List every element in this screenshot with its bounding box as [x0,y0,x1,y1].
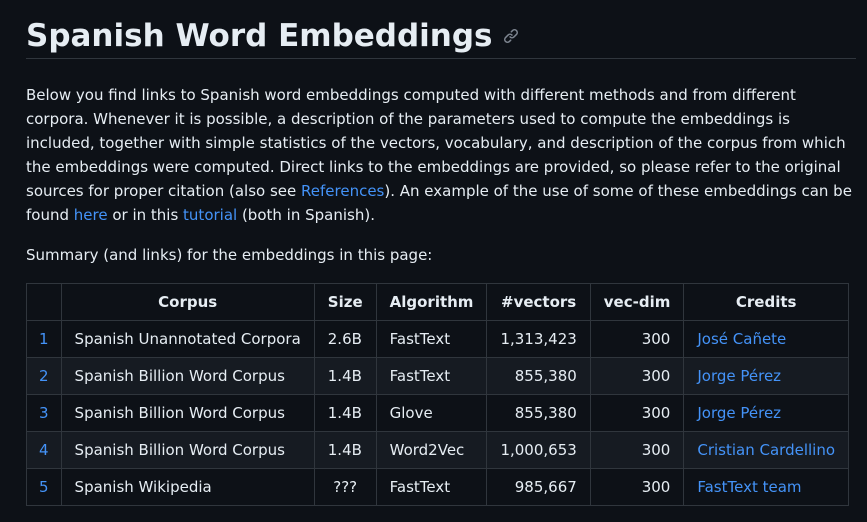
row-index-link[interactable]: 2 [26,357,62,395]
credits-cell: Jorge Pérez [683,394,850,432]
row-index-link[interactable]: 3 [26,394,62,432]
vec-dim-cell: 300 [589,394,685,432]
algorithm-cell: FastText [375,468,488,506]
size-cell: ??? [313,468,377,506]
page-title: Spanish Word Embeddings [26,0,856,59]
vectors-cell: 1,000,653 [486,431,591,469]
here-link[interactable]: here [74,206,108,224]
algorithm-cell: FastText [375,357,488,395]
size-cell: 1.4B [313,431,377,469]
vectors-cell: 1,313,423 [486,320,591,358]
readme-content: Spanish Word Embeddings Below you find l… [26,0,856,506]
algorithm-cell: Word2Vec [375,431,488,469]
vec-dim-cell: 300 [589,357,685,395]
embeddings-table: Corpus Size Algorithm #vectors vec-dim C… [26,283,850,506]
vectors-cell: 855,380 [486,357,591,395]
header-corpus: Corpus [60,283,315,321]
corpus-cell: Spanish Unannotated Corpora [60,320,315,358]
algorithm-cell: Glove [375,394,488,432]
corpus-cell: Spanish Billion Word Corpus [60,394,315,432]
header-size: Size [313,283,377,321]
table-row: 3 Spanish Billion Word Corpus 1.4B Glove… [26,394,850,432]
link-icon[interactable] [503,28,519,44]
credits-link[interactable]: Jorge Pérez [697,367,781,385]
page-title-text: Spanish Word Embeddings [26,18,493,54]
header-vec-dim: vec-dim [589,283,685,321]
row-index-link[interactable]: 4 [26,431,62,469]
table-header-row: Corpus Size Algorithm #vectors vec-dim C… [26,283,850,321]
header-algorithm: Algorithm [375,283,488,321]
row-index-link[interactable]: 1 [26,320,62,358]
size-cell: 2.6B [313,320,377,358]
row-index-link[interactable]: 5 [26,468,62,506]
table-row: 2 Spanish Billion Word Corpus 1.4B FastT… [26,357,850,395]
summary-text: Summary (and links) for the embeddings i… [26,246,433,264]
credits-cell: FastText team [683,468,850,506]
header-credits: Credits [683,283,850,321]
intro-text-3: or in this [107,206,184,224]
size-cell: 1.4B [313,394,377,432]
credits-link[interactable]: FastText team [697,478,801,496]
credits-cell: Jorge Pérez [683,357,850,395]
tutorial-link[interactable]: tutorial [183,206,237,224]
vec-dim-cell: 300 [589,468,685,506]
vec-dim-cell: 300 [589,431,685,469]
table-row: 5 Spanish Wikipedia ??? FastText 985,667… [26,468,850,506]
size-cell: 1.4B [313,357,377,395]
header-index [26,283,62,321]
credits-link[interactable]: Cristian Cardellino [697,441,835,459]
credits-link[interactable]: José Cañete [697,330,786,348]
vec-dim-cell: 300 [589,320,685,358]
table-row: 4 Spanish Billion Word Corpus 1.4B Word2… [26,431,850,469]
header-vectors: #vectors [486,283,591,321]
intro-text-4: (both in Spanish). [237,206,375,224]
corpus-cell: Spanish Billion Word Corpus [60,431,315,469]
table-row: 1 Spanish Unannotated Corpora 2.6B FastT… [26,320,850,358]
vectors-cell: 855,380 [486,394,591,432]
corpus-cell: Spanish Wikipedia [60,468,315,506]
credits-cell: José Cañete [683,320,850,358]
vectors-cell: 985,667 [486,468,591,506]
intro-paragraph: Below you find links to Spanish word emb… [26,83,856,227]
credits-link[interactable]: Jorge Pérez [697,404,781,422]
corpus-cell: Spanish Billion Word Corpus [60,357,315,395]
algorithm-cell: FastText [375,320,488,358]
references-link[interactable]: References [301,182,384,200]
credits-cell: Cristian Cardellino [683,431,850,469]
